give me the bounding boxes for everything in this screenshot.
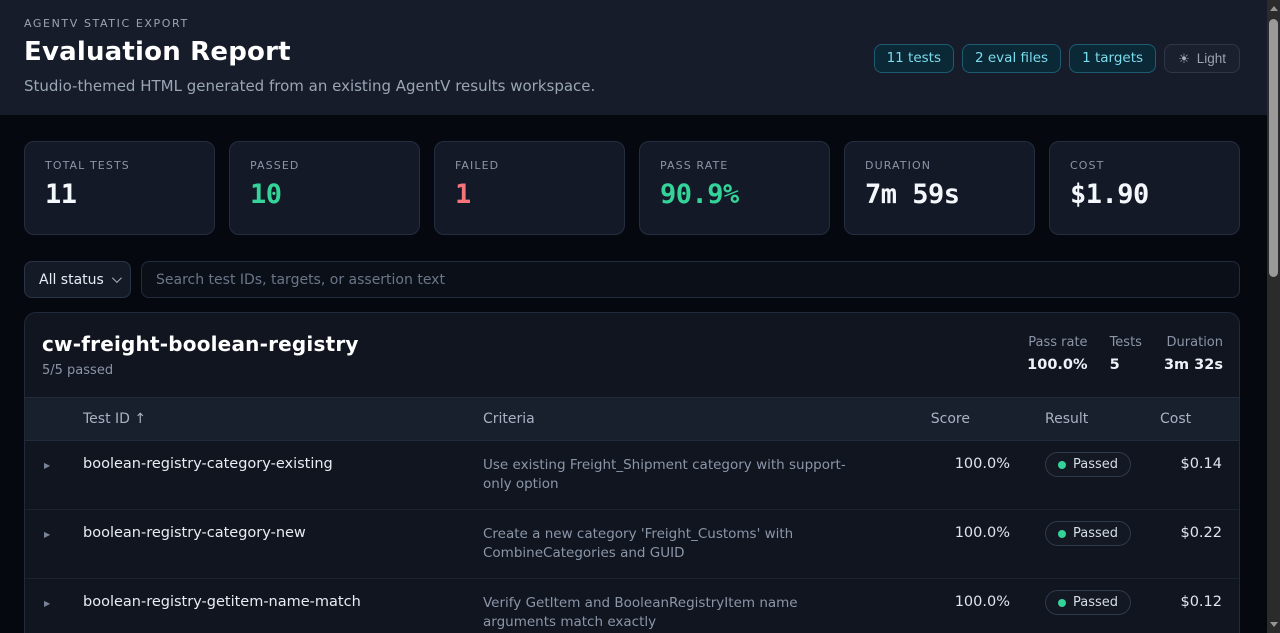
- criteria-text: Use existing Freight_Shipment category w…: [483, 456, 903, 494]
- suite-stat-pass-rate: Pass rate 100.0%: [1027, 335, 1087, 373]
- suite-stat-value: 3m 32s: [1164, 357, 1223, 373]
- suite-stat-label: Duration: [1164, 335, 1223, 350]
- criteria-text: Verify GetItem and BooleanRegistryItem n…: [483, 594, 903, 632]
- status-badge: Passed: [1045, 521, 1131, 546]
- column-header-score[interactable]: Score: [903, 411, 1010, 427]
- stat-card-failed: FAILED 1: [434, 141, 625, 235]
- scroll-down-icon[interactable]: [1270, 622, 1278, 627]
- test-id: boolean-registry-category-existing: [83, 456, 483, 472]
- suite-stat-label: Tests: [1110, 335, 1142, 350]
- eval-files-badge: 2 eval files: [962, 44, 1061, 73]
- filter-row: All status: [24, 261, 1240, 298]
- test-id: boolean-registry-category-new: [83, 525, 483, 541]
- scrollbar[interactable]: [1267, 0, 1280, 633]
- criteria-text: Create a new category 'Freight_Customs' …: [483, 525, 903, 563]
- stat-card-passed: PASSED 10: [229, 141, 420, 235]
- stat-card-pass-rate: PASS RATE 90.9%: [639, 141, 830, 235]
- stat-card-duration: DURATION 7m 59s: [844, 141, 1035, 235]
- suite-stat-duration: Duration 3m 32s: [1164, 335, 1223, 373]
- search-input[interactable]: [141, 261, 1240, 298]
- passed-dot-icon: [1058, 599, 1066, 607]
- targets-badge: 1 targets: [1069, 44, 1156, 73]
- suite-stat-tests: Tests 5: [1110, 335, 1142, 373]
- suite-stat-value: 5: [1110, 357, 1142, 373]
- result-cell: Passed: [1010, 521, 1160, 546]
- evaluation-report-page: AGENTV STATIC EXPORT Evaluation Report S…: [0, 0, 1267, 633]
- status-badge: Passed: [1045, 452, 1131, 477]
- eyebrow-label: AGENTV STATIC EXPORT: [24, 17, 1240, 30]
- score-value: 100.0%: [903, 456, 1010, 472]
- stat-label: COST: [1070, 159, 1219, 172]
- status-badge: Passed: [1045, 590, 1131, 615]
- sun-icon: ☀: [1178, 50, 1190, 67]
- expand-caret-icon[interactable]: ▶: [43, 456, 83, 470]
- stat-value: $1.90: [1070, 179, 1219, 210]
- scroll-up-icon[interactable]: [1270, 6, 1278, 11]
- result-cell: Passed: [1010, 590, 1160, 615]
- status-badge-label: Passed: [1073, 526, 1118, 541]
- stat-value: 7m 59s: [865, 179, 1014, 210]
- score-value: 100.0%: [903, 594, 1010, 610]
- stat-value: 1: [455, 179, 604, 210]
- test-id: boolean-registry-getitem-name-match: [83, 594, 483, 610]
- header-badges: 11 tests 2 eval files 1 targets ☀ Light: [874, 44, 1240, 73]
- passed-dot-icon: [1058, 461, 1066, 469]
- stat-card-total-tests: TOTAL TESTS 11: [24, 141, 215, 235]
- passed-dot-icon: [1058, 530, 1066, 538]
- page-header: AGENTV STATIC EXPORT Evaluation Report S…: [0, 0, 1267, 115]
- stat-card-cost: COST $1.90: [1049, 141, 1240, 235]
- stat-label: DURATION: [865, 159, 1014, 172]
- scrollbar-thumb[interactable]: [1269, 19, 1278, 277]
- cost-value: $0.12: [1160, 594, 1239, 610]
- suite-section: cw-freight-boolean-registry 5/5 passed P…: [24, 312, 1240, 633]
- cost-value: $0.22: [1160, 525, 1239, 541]
- column-header-cost[interactable]: Cost: [1160, 411, 1241, 427]
- summary-stats-row: TOTAL TESTS 11 PASSED 10 FAILED 1 PASS R…: [24, 141, 1240, 235]
- theme-toggle-label: Light: [1197, 50, 1226, 67]
- main-content: TOTAL TESTS 11 PASSED 10 FAILED 1 PASS R…: [0, 115, 1267, 633]
- expand-caret-icon[interactable]: ▶: [43, 525, 83, 539]
- page-subtitle: Studio-themed HTML generated from an exi…: [24, 77, 1240, 95]
- theme-toggle-button[interactable]: ☀ Light: [1164, 44, 1240, 73]
- expand-caret-icon[interactable]: ▶: [43, 594, 83, 608]
- suite-stat-label: Pass rate: [1027, 335, 1087, 350]
- column-header-test-id[interactable]: Test ID ↑: [83, 411, 483, 427]
- status-filter-value: All status: [39, 272, 104, 288]
- stat-value: 90.9%: [660, 179, 809, 210]
- suite-stats: Pass rate 100.0% Tests 5 Duration 3m 32s: [1027, 335, 1223, 373]
- result-cell: Passed: [1010, 452, 1160, 477]
- table-header-row: Test ID ↑ Criteria Score Result Cost: [25, 397, 1239, 441]
- column-header-result[interactable]: Result: [1010, 411, 1160, 427]
- suite-stat-value: 100.0%: [1027, 357, 1087, 373]
- tests-count-badge: 11 tests: [874, 44, 954, 73]
- score-value: 100.0%: [903, 525, 1010, 541]
- column-header-criteria[interactable]: Criteria: [483, 411, 903, 427]
- stat-value: 11: [45, 179, 194, 210]
- chevron-down-icon: [112, 273, 122, 283]
- stat-value: 10: [250, 179, 399, 210]
- status-badge-label: Passed: [1073, 457, 1118, 472]
- stat-label: PASSED: [250, 159, 399, 172]
- stat-label: FAILED: [455, 159, 604, 172]
- table-row[interactable]: ▶ boolean-registry-category-new Create a…: [25, 510, 1239, 579]
- cost-value: $0.14: [1160, 456, 1239, 472]
- stat-label: PASS RATE: [660, 159, 809, 172]
- status-filter-select[interactable]: All status: [24, 261, 131, 298]
- table-row[interactable]: ▶ boolean-registry-getitem-name-match Ve…: [25, 579, 1239, 633]
- suite-header: cw-freight-boolean-registry 5/5 passed P…: [25, 313, 1239, 397]
- status-badge-label: Passed: [1073, 595, 1118, 610]
- stat-label: TOTAL TESTS: [45, 159, 194, 172]
- table-row[interactable]: ▶ boolean-registry-category-existing Use…: [25, 441, 1239, 510]
